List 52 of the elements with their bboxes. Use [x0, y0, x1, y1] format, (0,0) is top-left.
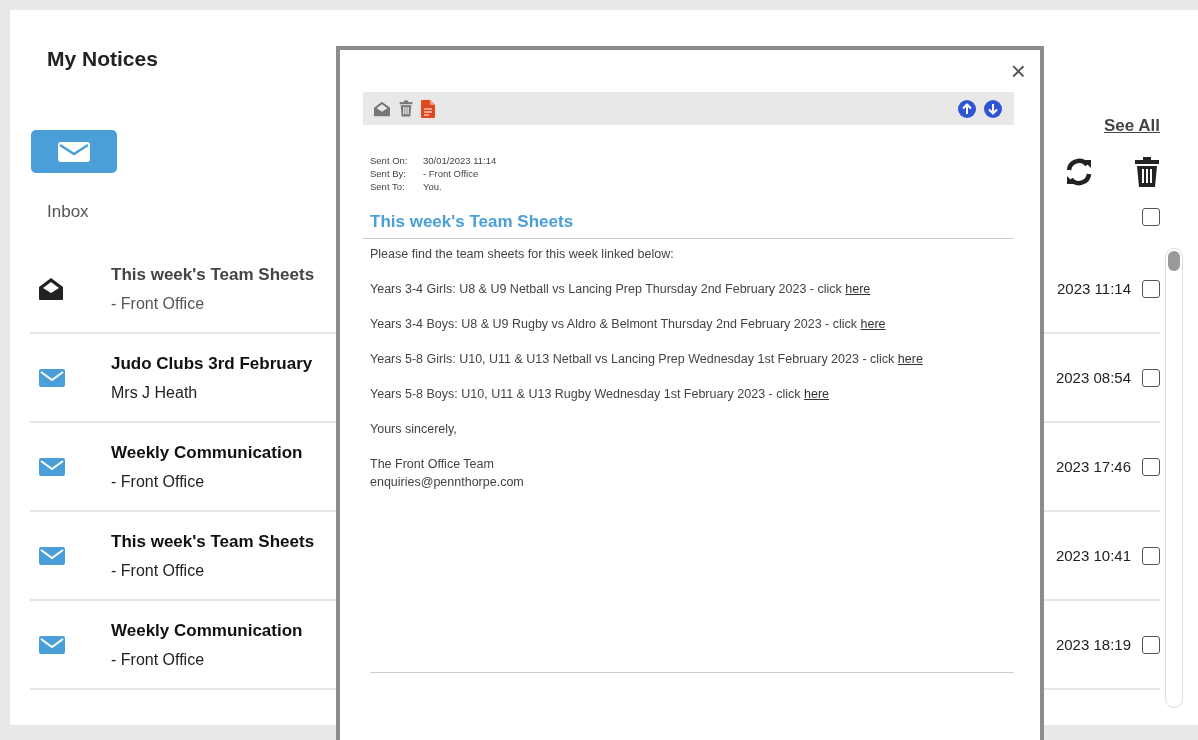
close-button[interactable]: ×	[1006, 58, 1030, 84]
pdf-file-icon[interactable]	[421, 99, 435, 118]
open-envelope-icon[interactable]	[373, 100, 391, 117]
arrow-down-icon[interactable]	[984, 99, 1002, 118]
page-title: My Notices	[47, 47, 158, 71]
notice-sender: - Front Office	[111, 561, 206, 580]
row-checkbox[interactable]	[1142, 635, 1160, 654]
here-link[interactable]: here	[860, 317, 886, 331]
notice-title[interactable]: Weekly Communication	[111, 620, 336, 641]
notice-date: 2023 17:46	[1055, 458, 1131, 475]
compose-button[interactable]	[31, 130, 117, 173]
here-link[interactable]: here	[845, 282, 871, 296]
meta-value: 30/01/2023 11:14	[423, 155, 497, 166]
body-paragraph: Years 5-8 Boys: U10, U11 & U13 Rugby Wednesday 1st February 2023 - click here	[370, 387, 831, 401]
body-paragraph: Years 3-4 Girls: U8 & U9 Netball vs Lancing Prep Thursday 2nd February 2023 - click here	[370, 282, 872, 296]
notice-date: 2023 18:19	[1055, 636, 1131, 653]
row-checkbox[interactable]	[1142, 368, 1160, 387]
meta-label: Sent By:	[370, 168, 407, 179]
body-paragraph: Years 3-4 Boys: U8 & U9 Rugby vs Aldro & Belmont Thursday 2nd February 2023 - click here	[370, 317, 887, 331]
notice-sender: - Front Office	[111, 650, 206, 669]
notice-title[interactable]: Judo Clubs 3rd February	[111, 353, 336, 374]
folder-label: Inbox	[47, 202, 89, 222]
select-all-checkbox[interactable]	[1142, 208, 1160, 226]
meta-label: Sent To:	[370, 181, 406, 192]
here-link[interactable]: here	[804, 387, 830, 401]
notice-date: 2023 10:41	[1055, 547, 1131, 564]
body-paragraph: Please find the team sheets for this week linked below:	[370, 247, 675, 261]
notice-sender: - Front Office	[111, 294, 206, 313]
row-checkbox[interactable]	[1142, 279, 1160, 298]
notice-title[interactable]: Weekly Communication	[111, 442, 336, 463]
meta-label: Sent On:	[370, 155, 409, 166]
signature-line: enquiries@pennthorpe.com	[370, 475, 525, 489]
meta-value: - Front Office	[423, 168, 479, 179]
notice-title[interactable]: This week's Team Sheets	[111, 264, 336, 285]
see-all-link[interactable]: See All	[1103, 116, 1160, 136]
trash-icon[interactable]	[1134, 156, 1160, 188]
body-paragraph: Yours sincerely,	[370, 422, 458, 436]
body-paragraph: Years 5-8 Girls: U10, U11 & U13 Netball vs Lancing Prep Wednesday 1st February 2023 - click here	[370, 352, 924, 366]
notice-title[interactable]: This week's Team Sheets	[111, 531, 336, 552]
notice-heading: This week's Team Sheets	[363, 212, 1014, 239]
signature-line: The Front Office Team	[370, 457, 495, 471]
scrollbar-thumb[interactable]	[1168, 251, 1180, 271]
notice-date: 2023 08:54	[1055, 369, 1131, 386]
here-link[interactable]: here	[897, 352, 923, 366]
meta-value: You.	[423, 181, 442, 192]
notice-sender: Mrs J Heath	[111, 383, 199, 402]
row-checkbox[interactable]	[1142, 457, 1160, 476]
notice-date: 2023 11:14	[1057, 280, 1131, 297]
notice-sender: - Front Office	[111, 472, 206, 491]
arrow-up-icon[interactable]	[958, 99, 976, 118]
envelope-icon	[57, 140, 91, 163]
row-checkbox[interactable]	[1142, 546, 1160, 565]
